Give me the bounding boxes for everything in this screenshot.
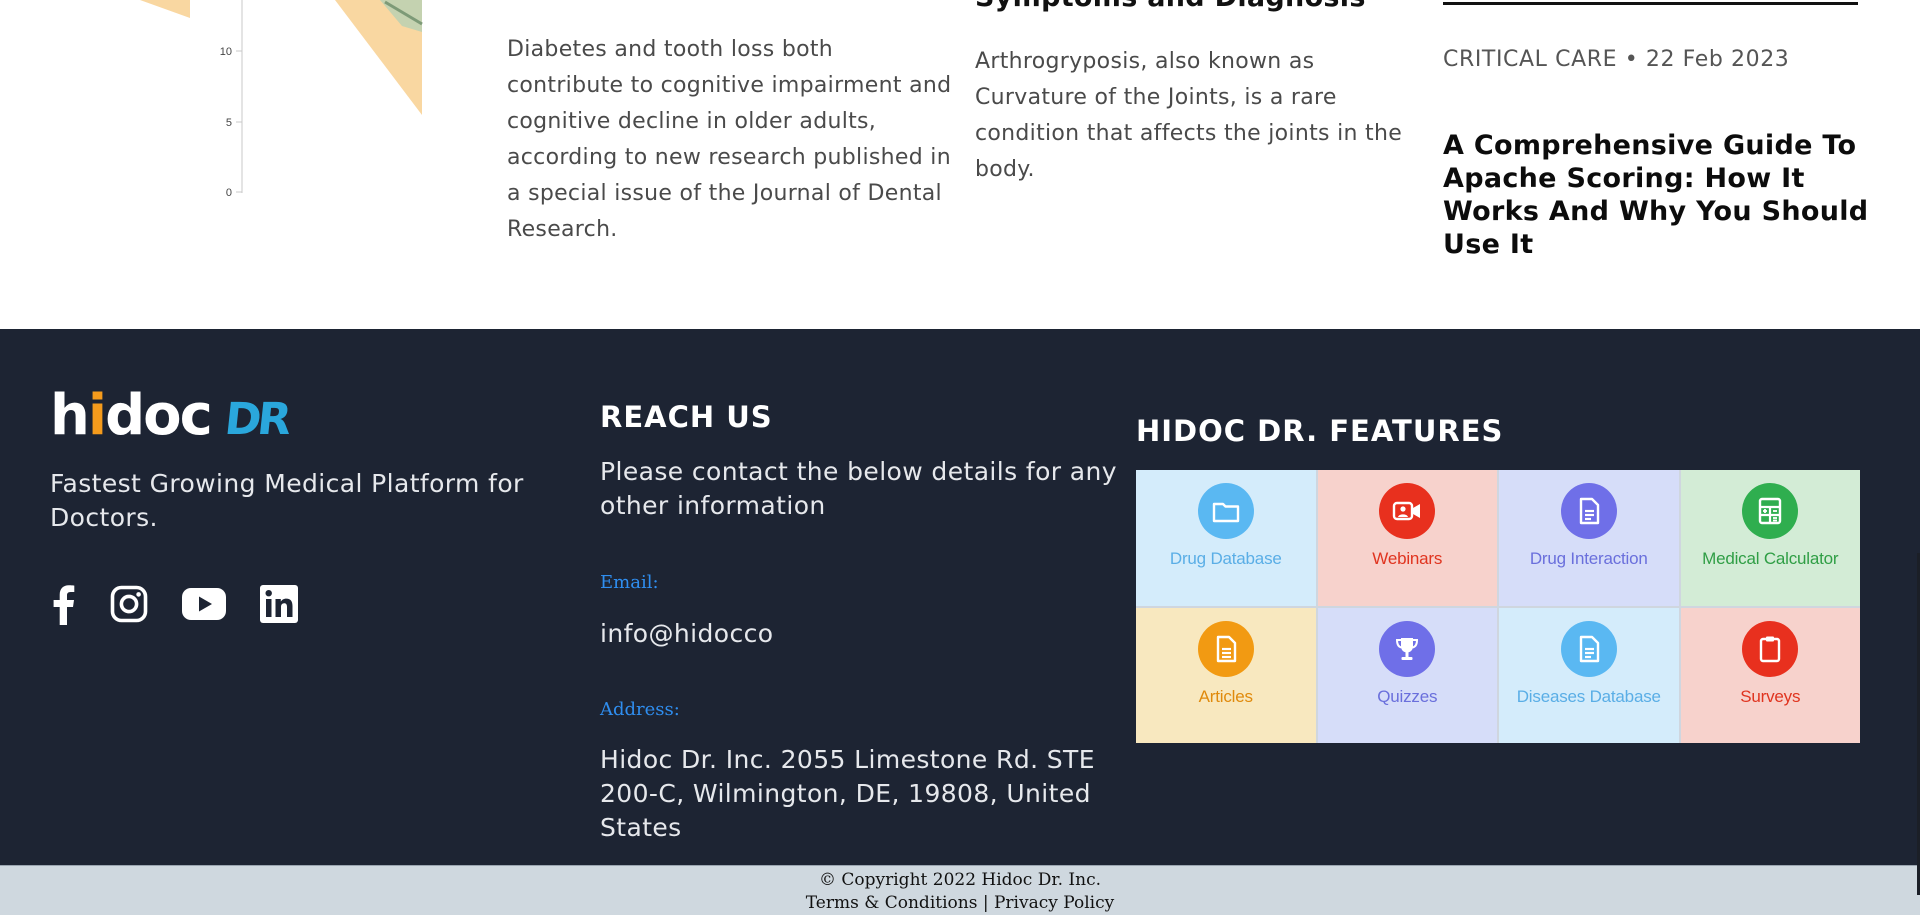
- feature-label: Articles: [1198, 686, 1253, 706]
- linkedin-icon: [260, 585, 298, 623]
- logo-dr-mark: DR: [222, 394, 290, 445]
- video-icon: [1379, 483, 1436, 539]
- feature-label: Diseases Database: [1516, 686, 1661, 706]
- document-icon: [1560, 620, 1617, 677]
- feature-drug-interaction[interactable]: Drug Interaction: [1499, 470, 1679, 606]
- youtube-icon: [182, 588, 226, 620]
- feature-quizzes[interactable]: Quizzes: [1317, 607, 1497, 743]
- feature-drug-database[interactable]: Drug Database: [1136, 470, 1316, 606]
- article-excerpt-diabetes: Diabetes and tooth loss both contribute …: [507, 37, 952, 242]
- article-chart-thumbnail[interactable]: 10 5 0: [140, 0, 430, 210]
- feature-webinars[interactable]: Webinars: [1317, 470, 1497, 606]
- article-meta: CRITICAL CARE • 22 Feb 2023: [1443, 47, 1790, 72]
- feature-articles[interactable]: Articles: [1136, 607, 1316, 743]
- email-link[interactable]: info@hidocco: [600, 617, 1110, 651]
- feature-label: Surveys: [1740, 686, 1801, 706]
- features-heading: HIDOC DR. FEATURES: [1136, 414, 1504, 448]
- instagram-icon: [110, 585, 148, 623]
- facebook-link[interactable]: [50, 582, 76, 626]
- chart-tick-label: 10: [220, 46, 232, 58]
- site-footer: hidoc DR Fastest Growing Medical Platfor…: [0, 329, 1920, 865]
- article-title-apache[interactable]: A Comprehensive Guide To Apache Scoring:…: [1443, 129, 1883, 261]
- logo-wordmark: hidoc: [50, 383, 213, 448]
- copyright-bar: © Copyright 2022 Hidoc Dr. Inc. Terms & …: [0, 865, 1920, 915]
- copyright-text: © Copyright 2022 Hidoc Dr. Inc.: [818, 870, 1102, 890]
- email-label: Email:: [600, 572, 659, 593]
- chart-tick-label: 0: [226, 187, 232, 199]
- article-title-arthrogryposis[interactable]: Symptoms and Diagnosis: [975, 0, 1366, 13]
- hidoc-logo[interactable]: hidoc DR: [50, 383, 290, 448]
- legal-separator: |: [982, 893, 989, 913]
- address-label: Address:: [600, 699, 680, 720]
- address-text: Hidoc Dr. Inc. 2055 Limestone Rd. STE 20…: [600, 745, 1095, 842]
- feature-surveys[interactable]: Surveys: [1680, 607, 1860, 743]
- footer-tagline: Fastest Growing Medical Platform for Doc…: [50, 469, 524, 532]
- chart-tick-label: 5: [226, 117, 232, 129]
- chart-area-left: [140, 0, 190, 18]
- reach-us-heading: REACH US: [600, 400, 773, 434]
- instagram-link[interactable]: [110, 582, 148, 626]
- privacy-link[interactable]: Privacy Policy: [994, 893, 1114, 913]
- feature-label: Drug Database: [1169, 549, 1282, 568]
- folder-icon: [1197, 483, 1254, 539]
- facebook-icon: [53, 585, 75, 625]
- legal-links: Terms & Conditions | Privacy Policy: [0, 892, 1920, 915]
- article-icon: [1197, 620, 1254, 677]
- document-icon: [1560, 483, 1617, 539]
- clipboard-icon: [1742, 620, 1799, 677]
- feature-label: Medical Calculator: [1702, 549, 1839, 568]
- feature-label: Webinars: [1372, 549, 1443, 568]
- feature-label: Quizzes: [1377, 686, 1438, 706]
- linkedin-link[interactable]: [260, 582, 298, 626]
- chart-thumbnail-svg: 10 5 0: [140, 0, 423, 199]
- social-links: [50, 582, 332, 626]
- article-excerpt-arthrogryposis: Arthrogryposis, also known as Curvature …: [975, 49, 1403, 182]
- feature-medical-calculator[interactable]: Medical Calculator: [1680, 470, 1860, 606]
- trophy-icon: [1379, 620, 1436, 677]
- youtube-link[interactable]: [182, 582, 226, 626]
- reach-us-description: Please contact the below details for any…: [600, 457, 1117, 520]
- terms-link[interactable]: Terms & Conditions: [806, 893, 978, 913]
- article-strip: 10 5 0 Diabetes and tooth loss both cont…: [0, 0, 1920, 329]
- article-divider: [1443, 2, 1858, 5]
- features-grid: Drug Database Webinars Drug Interaction …: [1136, 470, 1860, 743]
- feature-diseases-database[interactable]: Diseases Database: [1499, 607, 1679, 743]
- feature-label: Drug Interaction: [1529, 549, 1648, 568]
- calculator-icon: [1742, 483, 1799, 539]
